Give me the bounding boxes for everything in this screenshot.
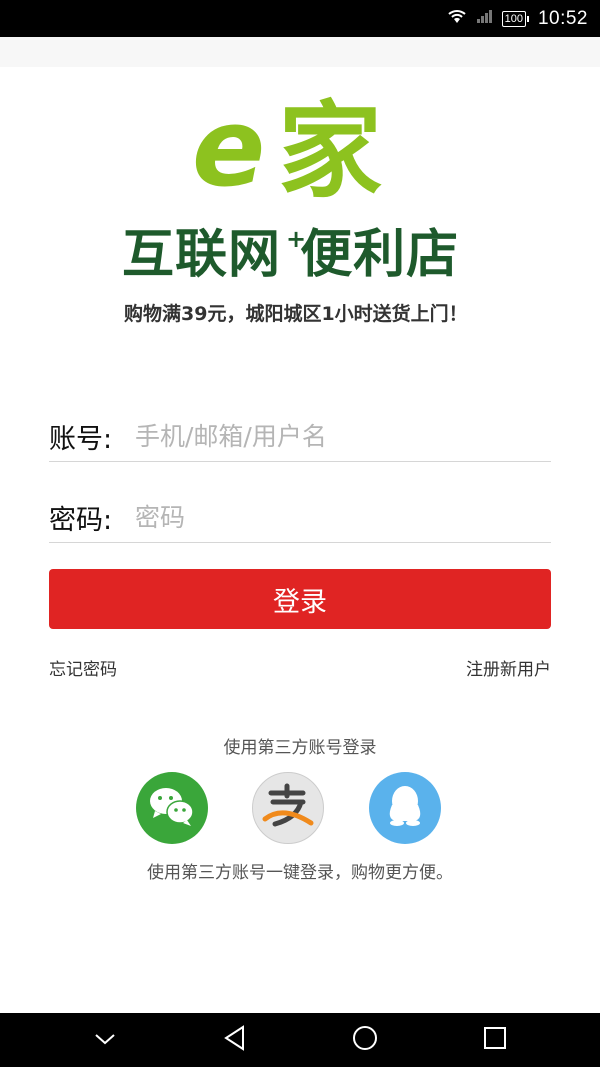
register-link[interactable]: 注册新用户 <box>466 655 551 680</box>
system-nav-bar <box>0 1013 600 1067</box>
qq-login-button[interactable] <box>369 772 441 844</box>
home-button[interactable] <box>345 1020 385 1060</box>
logo-tagline: 购物满39元，城阳城区1小时送货上门！ <box>124 303 468 325</box>
back-button[interactable] <box>215 1020 255 1060</box>
status-bar: 100 10:52 <box>0 0 600 37</box>
account-input[interactable] <box>135 421 535 451</box>
password-label: 密码: <box>49 504 113 536</box>
hide-keyboard-button[interactable] <box>85 1020 125 1060</box>
header-band <box>0 37 600 67</box>
logo-letter-e: e <box>192 86 266 211</box>
clock: 10:52 <box>537 7 588 29</box>
third-party-subtitle: 使用第三方账号一键登录，购物更方便。 <box>147 863 453 883</box>
wechat-icon <box>147 784 197 832</box>
chevron-down-icon <box>94 1031 116 1050</box>
battery-icon: 100 <box>501 10 530 27</box>
third-party-title: 使用第三方账号登录 <box>223 738 377 758</box>
password-input[interactable] <box>135 502 535 532</box>
account-label: 账号: <box>49 423 113 455</box>
qq-icon <box>385 783 425 833</box>
back-triangle-icon <box>223 1025 247 1055</box>
recents-button[interactable] <box>475 1020 515 1060</box>
signal-icon <box>476 8 494 29</box>
home-circle-icon <box>351 1024 379 1056</box>
logo-char-jia: 家 <box>278 90 383 212</box>
password-row: 密码: <box>49 492 551 543</box>
account-row: 账号: <box>49 411 551 462</box>
forgot-password-link[interactable]: 忘记密码 <box>49 655 117 680</box>
brand-logo: e 家 互联网 便利店 + 购物满39元，城阳城区1小时送货上门！ <box>100 95 500 330</box>
recents-square-icon <box>483 1026 507 1054</box>
wechat-login-button[interactable] <box>136 772 208 844</box>
login-button[interactable]: 登录 <box>49 569 551 629</box>
alipay-icon <box>261 783 315 833</box>
wifi-icon <box>446 7 468 30</box>
logo-plus: + <box>286 225 307 253</box>
alipay-login-button[interactable] <box>252 772 324 844</box>
